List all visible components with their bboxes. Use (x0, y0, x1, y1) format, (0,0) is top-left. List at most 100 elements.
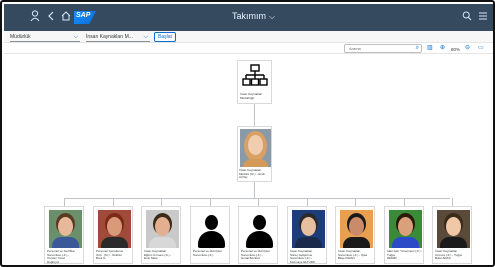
caption-line: Bora G. (96, 256, 107, 260)
department-select-value: İnsan Kaynakları M... (86, 34, 133, 40)
person-silhouette-body (198, 231, 225, 248)
org-node-caption: İnsan Kaynakları Sorumlusu (Jr.) - Ilyas B… (338, 249, 375, 261)
caption-line: Sorumlusu (Jr.) (193, 252, 214, 257)
search-placeholder: Arama (349, 46, 361, 51)
home-icon[interactable] (59, 10, 73, 24)
go-button[interactable]: Başlat (154, 32, 176, 42)
user-icon[interactable] (28, 10, 42, 24)
shell-title[interactable]: Takımım ⌵ (232, 11, 275, 22)
face-shape (301, 217, 316, 236)
face-shape (248, 135, 263, 155)
face-shape (155, 217, 170, 236)
department-type-select[interactable]: Müdürlük ⌵ (10, 32, 80, 42)
org-node-root[interactable]: İnsan Kaynakları Müdürlüğü (237, 60, 272, 104)
caption-line: İsmail Bozkurt (241, 256, 260, 260)
shoulder-shape (440, 237, 467, 248)
face-shape (398, 217, 413, 236)
caption-line: Doğruyol (47, 259, 60, 264)
menu-icon[interactable] (476, 10, 490, 24)
avatar (195, 210, 228, 248)
shoulder-shape (295, 237, 322, 248)
person-silhouette-icon (253, 215, 266, 230)
org-node-caption: İnsan Kaynakları Müdürü (Sr.) - Ersin Al… (239, 168, 276, 180)
shoulder-shape (52, 237, 79, 248)
zoom-in-icon[interactable]: ⊕ (440, 44, 445, 53)
org-node-caption: İnsan Kaynakları Süreç Geliştirme Sorumlus… (290, 249, 327, 264)
avatar (98, 210, 131, 248)
org-node-caption: İdari İşler Yönetmeni (Jr.) - Tuğçe DEMİR (387, 249, 424, 261)
chevron-down-icon: ⌵ (269, 12, 276, 21)
connector-line (113, 198, 114, 206)
legend-icon[interactable]: ▥ (427, 44, 433, 53)
search-icon[interactable]: ⌕ (416, 45, 419, 52)
shoulder-shape (149, 237, 176, 248)
org-node-employee[interactable]: İnsan Kaynakları Sorumlusu (Jr.) - Ilyas B… (335, 206, 375, 264)
chevron-down-icon: ⌵ (73, 34, 78, 40)
department-select[interactable]: İnsan Kaynakları M... ⌵ (86, 32, 150, 42)
org-node-caption: Personel ve İdari İşler Sorumlusu (Jr.) (193, 249, 230, 257)
org-node-employee[interactable]: İnsan Kaynakları Süreç Geliştirme Sorumlus… (287, 206, 327, 264)
face-shape (107, 217, 122, 236)
face-shape (349, 217, 364, 236)
caption-line: Bulut ARAS (435, 256, 451, 260)
org-node-employee[interactable]: İdari İşler Yönetmeni (Jr.) - Tuğçe DEMİR (384, 206, 424, 264)
connector-line (404, 198, 405, 206)
chart-toolbar: Arama ⌕ ▥ ⊕ 80% ⊖ ▭ (4, 43, 493, 54)
org-node-caption: İnsan Kaynakları Uzmanı (Jr.) - Tuğçe Bulu… (435, 249, 472, 261)
search-icon[interactable] (460, 10, 474, 24)
connector-line (254, 104, 255, 126)
connector-line (355, 198, 356, 206)
shell-bar: SAP Takımım ⌵ (4, 4, 493, 31)
connector-line (64, 198, 450, 199)
caption-line: Emir Mete (144, 256, 158, 260)
org-node-employee[interactable]: İnsan Kaynakları Eğitim Uzmanı (Jr.) - Emi… (141, 206, 181, 264)
org-chart: İnsan Kaynakları Müdürlüğü İnsan Kaynakl… (4, 54, 493, 265)
back-icon[interactable] (44, 10, 58, 24)
org-node-employee[interactable]: İnsan Kaynakları Uzmanı (Jr.) - Tuğçe Bulu… (432, 206, 472, 264)
org-node-manager[interactable]: İnsan Kaynakları Müdürü (Sr.) - Ersin Al… (237, 126, 272, 182)
zoom-out-icon[interactable]: ⊖ (465, 44, 470, 53)
shoulder-shape (243, 159, 268, 167)
org-node-employee[interactable]: Personel ve Sertifika Sorumlusu (Jr.) - Os… (44, 206, 84, 264)
org-node-caption: Personel ve İdari İşler Sorumlusu (Jr.) -… (241, 249, 278, 261)
connector-line (452, 198, 453, 206)
org-node-caption: Personel Genelleme Uzm. (Sr.) - İbrahim Bo… (96, 249, 133, 261)
shoulder-shape (392, 237, 419, 248)
caption-line: Müdürlüğü (240, 95, 255, 100)
org-node-employee[interactable]: Personel ve İdari İşler Sorumlusu (Jr.) -… (238, 206, 278, 264)
shoulder-shape (101, 237, 128, 248)
connector-line (258, 198, 259, 206)
caption-line: Kazmaye ELTURK (290, 259, 315, 264)
org-node-caption: Personel ve Sertifika Sorumlusu (Jr.) - Os… (47, 249, 84, 264)
connector-line (254, 182, 255, 198)
avatar (49, 210, 82, 248)
connector-line (161, 198, 162, 206)
avatar (389, 210, 422, 248)
face-shape (58, 217, 73, 236)
connector-line (210, 198, 211, 206)
person-silhouette-icon (205, 215, 218, 230)
sap-logo[interactable]: SAP (74, 11, 96, 24)
caption-line: Al Pay (239, 175, 248, 179)
chevron-down-icon: ⌵ (143, 34, 148, 40)
org-node-employee[interactable]: Personel Genelleme Uzm. (Sr.) - İbrahim Bo… (93, 206, 133, 264)
org-structure-icon (242, 64, 268, 86)
connector-line (64, 198, 65, 206)
filter-bar: Müdürlük ⌵ İnsan Kaynakları M... ⌵ Başla… (4, 31, 493, 43)
org-node-employee[interactable]: Personel ve İdari İşler Sorumlusu (Jr.) (190, 206, 230, 264)
avatar (243, 210, 276, 248)
avatar (292, 210, 325, 248)
avatar (240, 129, 271, 167)
fullscreen-icon[interactable]: ▭ (478, 44, 484, 53)
shell-title-text: Takımım (232, 11, 267, 21)
department-type-select-value: Müdürlük (10, 34, 31, 40)
connector-line (307, 198, 308, 206)
org-node-caption: İnsan Kaynakları Müdürlüğü (240, 92, 277, 100)
avatar (146, 210, 179, 248)
person-silhouette-body (246, 231, 273, 248)
search-input[interactable]: Arama ⌕ (344, 44, 422, 53)
caption-line: DEMİR (387, 256, 397, 260)
caption-line: Bilge KIRAN (338, 256, 355, 260)
avatar (340, 210, 373, 248)
org-node-caption: İnsan Kaynakları Eğitim Uzmanı (Jr.) - Emi… (144, 249, 181, 261)
